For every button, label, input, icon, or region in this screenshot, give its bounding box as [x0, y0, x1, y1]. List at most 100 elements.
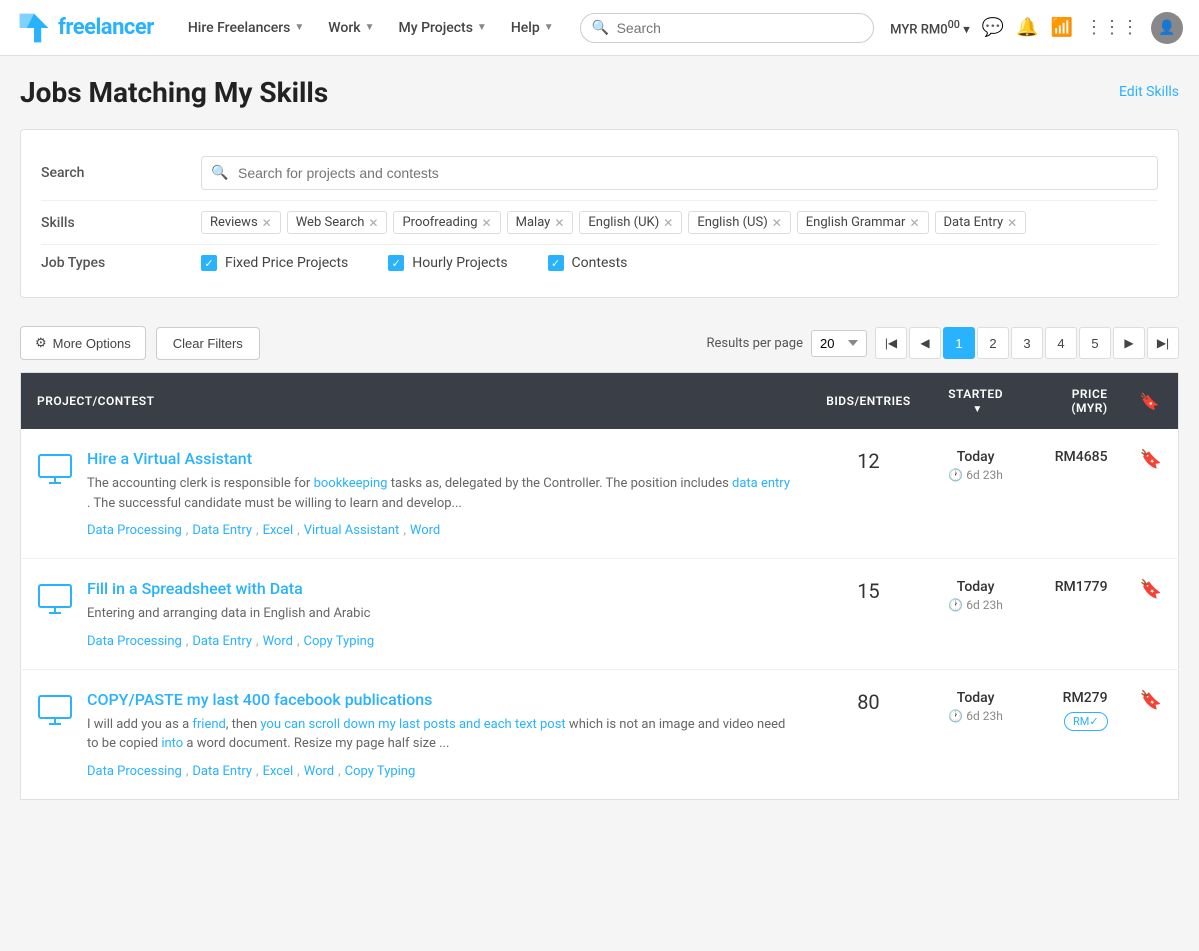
results-per-page-label: Results per page [706, 336, 803, 351]
checkbox-contests[interactable]: ✓ [548, 255, 564, 271]
job-type-contests[interactable]: ✓ Contests [548, 255, 628, 271]
nav-search-wrapper: 🔍 [580, 13, 875, 43]
monitor-icon [37, 692, 73, 728]
remove-skill-reviews[interactable]: ✕ [262, 216, 272, 230]
page-3-button[interactable]: 3 [1011, 327, 1043, 359]
project-tags-1: Data Processing, Data Entry, Excel, Virt… [87, 523, 794, 538]
skills-label: Skills [41, 215, 201, 231]
page-prev-button[interactable]: ◀ [909, 327, 941, 359]
remove-skill-english-uk[interactable]: ✕ [663, 216, 673, 230]
nav-my-projects[interactable]: My Projects ▼ [388, 14, 496, 42]
bookmark-icon-1[interactable]: 🔖 [1140, 449, 1162, 470]
pagination-wrapper: Results per page 20 10 50 100 |◀ ◀ 1 2 3… [706, 327, 1179, 359]
verified-badge: RM✓ [1064, 712, 1108, 731]
started-cell-3: Today 🕐 6d 23h [927, 669, 1025, 799]
bookmark-icon-3[interactable]: 🔖 [1140, 690, 1162, 711]
page-5-button[interactable]: 5 [1079, 327, 1111, 359]
remove-skill-proofreading[interactable]: ✕ [482, 216, 492, 230]
tag-copy-typing[interactable]: Copy Typing [345, 764, 416, 779]
search-label: Search [41, 165, 201, 181]
project-content-3: COPY/PASTE my last 400 facebook publicat… [87, 690, 794, 779]
checkbox-hourly[interactable]: ✓ [388, 255, 404, 271]
job-types: ✓ Fixed Price Projects ✓ Hourly Projects… [201, 255, 1158, 271]
search-icon: 🔍 [211, 165, 228, 181]
chevron-down-icon: ▼ [365, 22, 375, 33]
search-icon: 🔍 [592, 20, 609, 36]
tag-word[interactable]: Word [304, 764, 334, 779]
remove-skill-data-entry[interactable]: ✕ [1007, 216, 1017, 230]
clock-icon: 🕐 [948, 709, 963, 723]
edit-skills-link[interactable]: Edit Skills [1119, 84, 1179, 100]
checkbox-fixed-price[interactable]: ✓ [201, 255, 217, 271]
project-tags-2: Data Processing, Data Entry, Word, Copy … [87, 634, 794, 649]
page-1-button[interactable]: 1 [943, 327, 975, 359]
project-title-1[interactable]: Hire a Virtual Assistant [87, 449, 252, 468]
search-input[interactable] [201, 156, 1158, 190]
project-content-1: Hire a Virtual Assistant The accounting … [87, 449, 794, 538]
nav-help[interactable]: Help ▼ [501, 14, 564, 42]
remove-skill-malay[interactable]: ✕ [554, 216, 564, 230]
page-first-button[interactable]: |◀ [875, 327, 907, 359]
clock-icon: 🕐 [948, 598, 963, 612]
notifications-icon[interactable]: 🔔 [1016, 17, 1038, 38]
clear-filters-button[interactable]: Clear Filters [156, 327, 260, 360]
started-cell-1: Today 🕐 6d 23h [927, 429, 1025, 559]
tag-word[interactable]: Word [263, 634, 293, 649]
bookmark-icon-2[interactable]: 🔖 [1140, 579, 1162, 600]
tag-data-entry[interactable]: Data Entry [192, 634, 252, 649]
tag-data-processing[interactable]: Data Processing [87, 764, 182, 779]
price-cell-1: RM4685 [1025, 429, 1124, 559]
remove-skill-english-grammar[interactable]: ✕ [909, 216, 919, 230]
per-page-select[interactable]: 20 10 50 100 [811, 330, 867, 357]
price-value-3: RM279 [1063, 690, 1108, 706]
tag-virtual-assistant[interactable]: Virtual Assistant [304, 523, 400, 538]
pagination: |◀ ◀ 1 2 3 4 5 ▶ ▶| [875, 327, 1179, 359]
sort-arrow-icon: ▼ [972, 404, 982, 415]
nav-right: MYR RM000 ▾ 💬 🔔 📶 ⋮⋮⋮ 👤 [890, 12, 1183, 44]
page-last-button[interactable]: ▶| [1147, 327, 1179, 359]
tag-excel[interactable]: Excel [263, 764, 294, 779]
nav-search-input[interactable] [580, 13, 875, 43]
filter-panel: Search 🔍 Skills Reviews ✕ Web Search [20, 129, 1179, 298]
messages-icon[interactable]: 💬 [982, 17, 1004, 38]
job-type-fixed-price[interactable]: ✓ Fixed Price Projects [201, 255, 348, 271]
tag-copy-typing[interactable]: Copy Typing [304, 634, 375, 649]
tag-data-entry[interactable]: Data Entry [192, 523, 252, 538]
table-row: COPY/PASTE my last 400 facebook publicat… [21, 669, 1179, 799]
tag-data-entry[interactable]: Data Entry [192, 764, 252, 779]
chevron-down-icon: ▼ [294, 22, 304, 33]
avatar[interactable]: 👤 [1151, 12, 1183, 44]
tag-data-processing[interactable]: Data Processing [87, 634, 182, 649]
project-title-3[interactable]: COPY/PASTE my last 400 facebook publicat… [87, 690, 432, 709]
remove-skill-english-us[interactable]: ✕ [772, 216, 782, 230]
started-cell-2: Today 🕐 6d 23h [927, 559, 1025, 670]
nav-work[interactable]: Work ▼ [318, 14, 384, 42]
tag-word[interactable]: Word [410, 523, 440, 538]
project-title-2[interactable]: Fill in a Spreadsheet with Data [87, 579, 303, 598]
project-cell-3: COPY/PASTE my last 400 facebook publicat… [21, 669, 811, 799]
grid-icon[interactable]: ⋮⋮⋮ [1085, 17, 1139, 38]
more-options-button[interactable]: ⚙ More Options [20, 326, 146, 360]
signal-icon[interactable]: 📶 [1051, 17, 1073, 38]
project-main-2: Fill in a Spreadsheet with Data Entering… [37, 579, 794, 649]
job-types-content: ✓ Fixed Price Projects ✓ Hourly Projects… [201, 255, 1158, 271]
page-2-button[interactable]: 2 [977, 327, 1009, 359]
controls-bar: ⚙ More Options Clear Filters Results per… [20, 314, 1179, 372]
page-next-button[interactable]: ▶ [1113, 327, 1145, 359]
remove-skill-web-search[interactable]: ✕ [368, 216, 378, 230]
project-cell-2: Fill in a Spreadsheet with Data Entering… [21, 559, 811, 670]
monitor-icon [37, 451, 73, 487]
tag-data-processing[interactable]: Data Processing [87, 523, 182, 538]
nav-hire-freelancers[interactable]: Hire Freelancers ▼ [178, 14, 314, 42]
bookmark-cell-3: 🔖 [1124, 669, 1179, 799]
job-type-hourly[interactable]: ✓ Hourly Projects [388, 255, 507, 271]
currency-display[interactable]: MYR RM000 ▾ [890, 18, 970, 37]
skills-filter-row: Skills Reviews ✕ Web Search ✕ Proofreadi… [41, 201, 1158, 245]
project-desc-3: I will add you as a friend, then you can… [87, 715, 794, 754]
project-content-2: Fill in a Spreadsheet with Data Entering… [87, 579, 794, 649]
skill-tag-malay: Malay ✕ [507, 211, 574, 234]
tag-excel[interactable]: Excel [263, 523, 294, 538]
logo[interactable]: freelancer [16, 10, 154, 46]
search-input-content: 🔍 [201, 156, 1158, 190]
page-4-button[interactable]: 4 [1045, 327, 1077, 359]
